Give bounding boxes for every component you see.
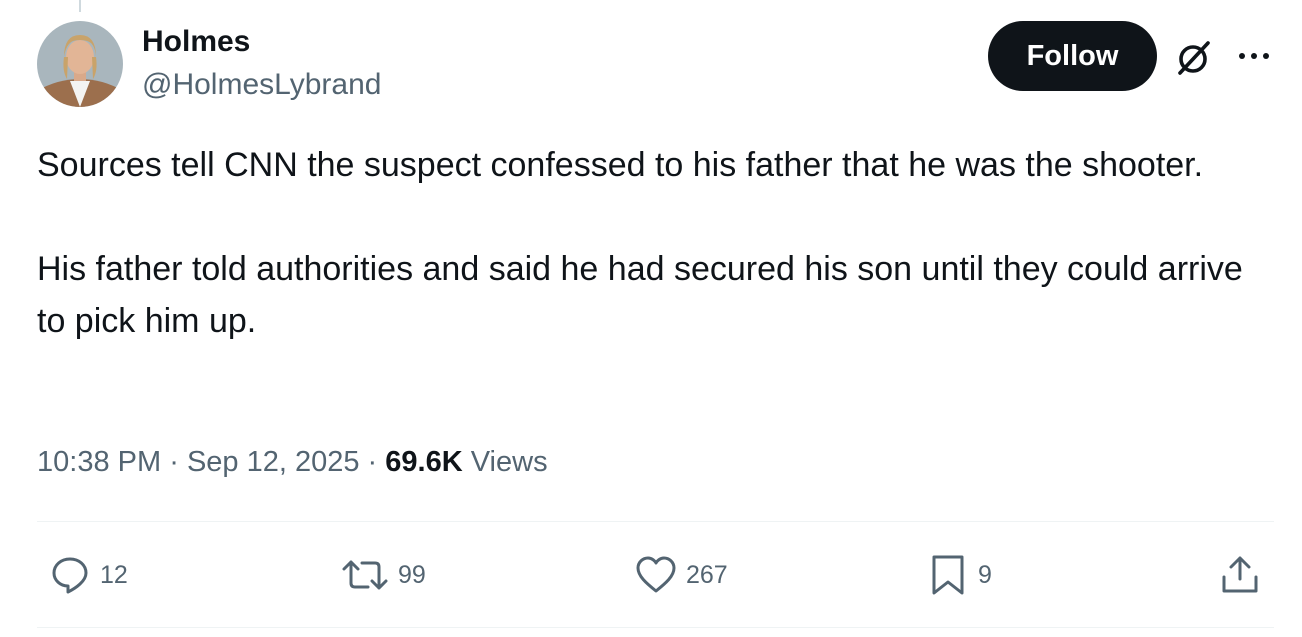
share-button[interactable] — [1218, 553, 1262, 597]
bookmark-icon — [932, 555, 964, 595]
tweet-paragraph: His father told authorities and said he … — [37, 250, 1243, 340]
tweet-date[interactable]: Sep 12, 2025 — [187, 446, 360, 478]
tweet-metadata: 10:38 PM · Sep 12, 2025 · 69.6K Views — [37, 443, 548, 481]
tweet-text: Sources tell CNN the suspect confessed t… — [37, 139, 1267, 347]
author-display-name[interactable]: Holmes — [142, 24, 250, 60]
reply-count: 12 — [100, 560, 128, 589]
thread-connector-line — [79, 0, 81, 12]
more-options-icon[interactable] — [1237, 43, 1271, 69]
heart-icon — [636, 556, 676, 593]
reply-icon — [52, 557, 88, 594]
avatar[interactable] — [37, 21, 123, 107]
like-button[interactable]: 267 — [634, 553, 728, 597]
meta-separator: · — [169, 446, 179, 478]
meta-separator: · — [367, 446, 378, 478]
views-count: 69.6K — [385, 446, 463, 478]
repost-count: 99 — [398, 560, 426, 589]
share-icon — [1222, 556, 1258, 593]
bookmark-count: 9 — [978, 560, 992, 589]
tweet-paragraph: Sources tell CNN the suspect confessed t… — [37, 146, 1204, 184]
tweet-time[interactable]: 10:38 PM — [37, 446, 161, 478]
divider-top — [37, 521, 1274, 522]
repost-icon — [342, 560, 388, 590]
author-handle[interactable]: @HolmesLybrand — [142, 67, 381, 103]
repost-button[interactable]: 99 — [340, 553, 426, 597]
bookmark-button[interactable]: 9 — [926, 553, 992, 597]
divider-bottom — [37, 627, 1274, 628]
reply-button[interactable]: 12 — [48, 553, 128, 597]
grok-icon[interactable] — [1174, 38, 1214, 78]
avatar-image — [37, 21, 123, 107]
like-count: 267 — [686, 560, 728, 589]
follow-button[interactable]: Follow — [988, 21, 1157, 91]
views-label: Views — [470, 446, 548, 478]
